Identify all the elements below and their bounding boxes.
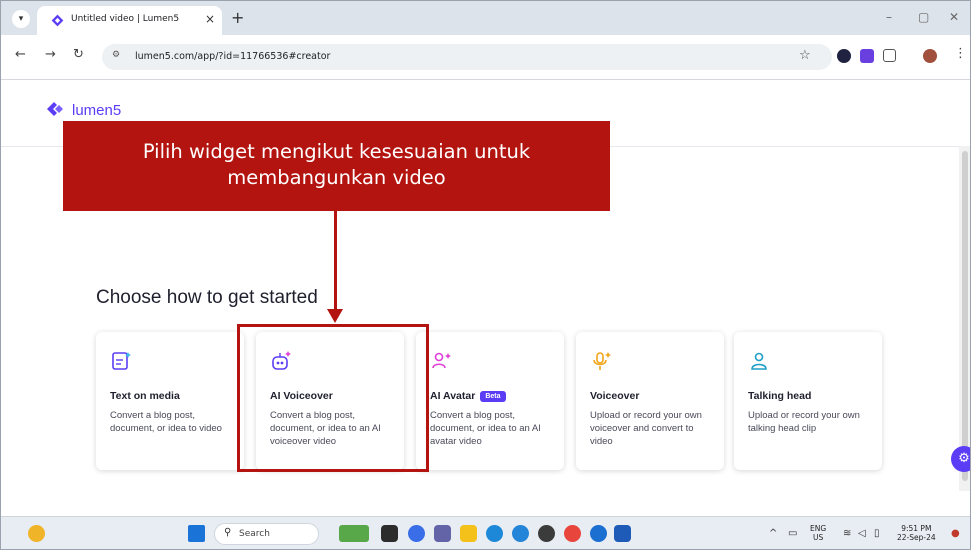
wifi-icon[interactable]: ≋: [843, 528, 851, 539]
card-title: Voiceover: [590, 390, 640, 402]
scrollbar-thumb[interactable]: [962, 151, 968, 481]
language-code: ENG: [810, 524, 827, 533]
clock-date: 22-Sep-24: [897, 533, 936, 542]
search-icon: ⚲: [224, 527, 232, 538]
person-icon: [751, 352, 767, 370]
card-description: Convert a blog post, document, or idea t…: [110, 410, 222, 434]
help-gear-icon[interactable]: ⚙: [951, 446, 970, 472]
taskbar-copilot-icon[interactable]: [408, 525, 425, 542]
instruction-callout: Pilih widget mengikut kesesuaian untuk m…: [63, 121, 610, 211]
taskbar-app-circle-icon[interactable]: [538, 525, 555, 542]
avatar-sparkle-icon: [432, 352, 451, 369]
taskbar-task-view-icon[interactable]: [381, 525, 398, 542]
card-description: Convert a blog post, document, or idea t…: [430, 410, 541, 447]
microphone-icon: [593, 352, 611, 370]
card-description: Upload or record your own voiceover and …: [590, 410, 702, 447]
browser-tab[interactable]: Untitled video | Lumen5 ×: [37, 6, 222, 35]
tray-chevron-icon[interactable]: ^: [769, 528, 777, 539]
lumen5-favicon-icon: [51, 14, 64, 27]
app-logo-text: lumen5: [72, 102, 122, 119]
maximize-button[interactable]: ▢: [918, 10, 929, 24]
option-card-voiceover[interactable]: Voiceover Upload or record your own voic…: [576, 332, 724, 470]
clock-time: 9:51 PM: [901, 524, 932, 533]
tab-search-icon[interactable]: ▾: [12, 10, 30, 28]
back-arrow-icon[interactable]: ←: [15, 47, 26, 62]
address-bar[interactable]: ⚙ lumen5.com/app/?id=11766536#creator ☆: [102, 44, 832, 70]
card-title-text: AI Avatar: [430, 390, 476, 402]
highlight-box: [237, 324, 429, 472]
region-code: US: [812, 533, 824, 542]
site-info-icon[interactable]: ⚙: [112, 50, 120, 60]
extension-dark-icon[interactable]: [837, 49, 851, 63]
address-bar-row: ← → ↻ ⚙ lumen5.com/app/?id=11766536#crea…: [1, 35, 970, 80]
option-card-text-on-media[interactable]: Text on media Convert a blog post, docum…: [96, 332, 244, 470]
taskbar-file-explorer-icon[interactable]: [460, 525, 477, 542]
extensions-puzzle-icon[interactable]: [883, 49, 896, 62]
taskbar-telegram-icon[interactable]: [512, 525, 529, 542]
volume-icon[interactable]: ◁: [858, 528, 866, 539]
tab-close-icon[interactable]: ×: [205, 12, 215, 26]
lumen5-logo-icon: [47, 102, 63, 116]
language-indicator[interactable]: ENG US: [810, 524, 826, 542]
taskbar-teams-icon[interactable]: [434, 525, 451, 542]
weather-widget-icon[interactable]: [28, 525, 45, 542]
start-windows-icon[interactable]: [188, 525, 205, 542]
option-card-ai-avatar[interactable]: AI Avatar Beta Convert a blog post, docum…: [416, 332, 564, 470]
card-title: Text on media: [110, 390, 180, 402]
card-title: Talking head: [748, 390, 812, 402]
url-text[interactable]: lumen5.com/app/?id=11766536#creator: [135, 51, 330, 62]
profile-avatar-icon[interactable]: [923, 49, 937, 63]
taskbar-search[interactable]: ⚲ Search: [214, 523, 319, 545]
taskbar-app-landscape-icon[interactable]: [339, 525, 369, 542]
reload-icon[interactable]: ↻: [73, 47, 84, 62]
taskbar-chrome-icon[interactable]: [564, 525, 581, 542]
taskbar-app-blue-icon[interactable]: [590, 525, 607, 542]
tab-title: Untitled video | Lumen5: [71, 14, 180, 24]
callout-arrow-head: [327, 309, 343, 323]
option-card-talking-head[interactable]: Talking head Upload or record your own t…: [734, 332, 882, 470]
text-media-icon: [112, 352, 131, 370]
card-description: Upload or record your own talking head c…: [748, 410, 860, 434]
taskbar-search-text: Search: [239, 529, 270, 539]
windows-taskbar: ⚲ Search ^ ▭ ENG US ≋ ◁ ▯ 9:51 PM 22-Sep…: [1, 516, 970, 549]
browser-menu-icon[interactable]: ⋮: [954, 46, 967, 61]
bookmark-star-icon[interactable]: ☆: [799, 48, 811, 63]
beta-badge: Beta: [480, 391, 506, 402]
new-tab-button[interactable]: +: [231, 8, 244, 27]
tab-strip: ▾ Untitled video | Lumen5 × + – ▢ ✕: [1, 1, 970, 35]
browser-window: ▾ Untitled video | Lumen5 × + – ▢ ✕ ← → …: [0, 0, 971, 550]
page-heading: Choose how to get started: [96, 287, 318, 308]
taskbar-edge-icon[interactable]: [486, 525, 503, 542]
forward-arrow-icon[interactable]: →: [45, 47, 56, 62]
clock[interactable]: 9:51 PM 22-Sep-24: [897, 524, 936, 542]
extension-purple-icon[interactable]: [860, 49, 874, 63]
taskbar-word-icon[interactable]: [614, 525, 631, 542]
tray-display-icon[interactable]: ▭: [788, 528, 797, 539]
close-window-button[interactable]: ✕: [949, 10, 959, 24]
battery-icon[interactable]: ▯: [874, 528, 880, 539]
minimize-button[interactable]: –: [886, 10, 892, 24]
notification-bell-icon[interactable]: ●: [951, 528, 960, 539]
card-title: AI Avatar Beta: [430, 390, 506, 402]
callout-arrow-line: [334, 211, 337, 315]
